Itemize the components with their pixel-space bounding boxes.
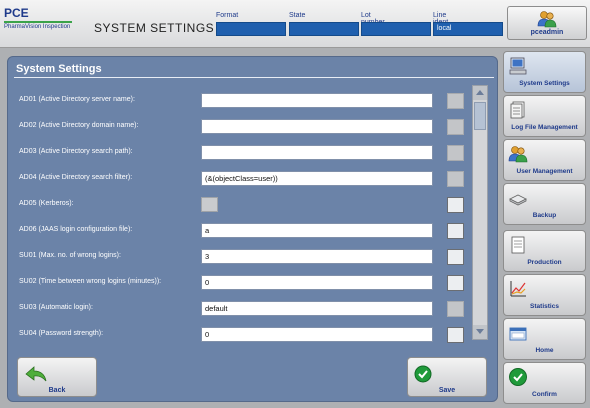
nav-user-management[interactable]: User Management	[503, 139, 586, 181]
row-select-box[interactable]	[447, 301, 464, 317]
nav-backup[interactable]: Backup	[503, 183, 586, 225]
su02-input[interactable]: 0	[201, 275, 433, 290]
setting-row-su01: SU01 (Max. no. of wrong logins): 3	[8, 249, 478, 265]
ad01-input[interactable]	[201, 93, 433, 108]
lot-number-value	[361, 22, 431, 36]
confirm-icon	[509, 368, 527, 386]
row-select-box[interactable]	[447, 275, 464, 291]
setting-row-su02: SU02 (Time between wrong logins (minutes…	[8, 275, 478, 291]
row-select-box[interactable]	[447, 93, 464, 109]
setting-label: AD05 (Kerberos):	[19, 200, 74, 207]
back-arrow-icon	[25, 366, 47, 382]
backup-icon	[509, 194, 527, 206]
ad02-input[interactable]	[201, 119, 433, 134]
format-value	[216, 22, 286, 36]
scroll-down-button[interactable]	[473, 325, 487, 339]
ad03-input[interactable]	[201, 145, 433, 160]
setting-label: SU02 (Time between wrong logins (minutes…	[19, 278, 162, 285]
setting-row-su04: SU04 (Password strength): 0	[8, 327, 478, 343]
row-select-box[interactable]	[447, 145, 464, 161]
setting-row-ad04: AD04 (Active Directory search filter): (…	[8, 171, 478, 187]
setting-row-ad02: AD02 (Active Directory domain name):	[8, 119, 478, 135]
computer-icon	[509, 57, 527, 75]
nav-statistics[interactable]: Statistics	[503, 274, 586, 316]
nav-system-settings[interactable]: System Settings	[503, 51, 586, 93]
logo-title: PCE	[4, 6, 29, 20]
setting-row-ad03: AD03 (Active Directory search path):	[8, 145, 478, 161]
ad04-input[interactable]: (&(objectClass=user))	[201, 171, 433, 186]
username-label: pceadmin	[530, 29, 564, 36]
ad06-input[interactable]: a	[201, 223, 433, 238]
line-ident-value: local	[433, 22, 503, 36]
nav-label: Home	[535, 347, 554, 354]
checkmark-icon	[414, 365, 432, 383]
nav-label: Confirm	[532, 391, 557, 398]
setting-row-ad05: AD05 (Kerberos):	[8, 197, 478, 213]
setting-label: AD04 (Active Directory search filter):	[19, 174, 133, 181]
nav-log-file-management[interactable]: Log File Management	[503, 95, 586, 137]
state-label: State	[289, 12, 306, 19]
scroll-thumb[interactable]	[474, 102, 486, 130]
su04-input[interactable]: 0	[201, 327, 433, 342]
user-button[interactable]: pceadmin	[507, 6, 587, 40]
nav-confirm[interactable]: Confirm	[503, 362, 586, 404]
pce-logo: PCE PharmaVision Inspection	[4, 6, 76, 36]
row-select-box[interactable]	[447, 171, 464, 187]
home-icon	[509, 327, 527, 341]
setting-label: SU03 (Automatic login):	[19, 304, 93, 311]
arrow-up-icon	[476, 90, 484, 95]
nav-label: Log File Management	[511, 124, 578, 131]
su01-input[interactable]: 3	[201, 249, 433, 264]
nav-label: Backup	[532, 212, 557, 219]
kerberos-checkbox[interactable]	[201, 197, 218, 212]
nav-label: Production	[527, 259, 562, 266]
setting-label: AD01 (Active Directory server name):	[19, 96, 135, 103]
row-select-box[interactable]	[447, 197, 464, 213]
nav-label: System Settings	[519, 80, 570, 87]
save-button[interactable]: Save	[407, 357, 487, 397]
format-label: Format	[216, 12, 239, 19]
chart-icon	[510, 281, 526, 297]
row-select-box[interactable]	[447, 327, 464, 343]
nav-home[interactable]: Home	[503, 318, 586, 360]
logo-subtitle: PharmaVision Inspection	[4, 24, 71, 30]
state-value	[289, 22, 359, 36]
row-select-box[interactable]	[447, 249, 464, 265]
scroll-up-button[interactable]	[473, 86, 487, 100]
back-label: Back	[48, 387, 66, 394]
su03-input[interactable]: default	[201, 301, 433, 316]
setting-row-su03: SU03 (Automatic login): default	[8, 301, 478, 317]
setting-label: SU01 (Max. no. of wrong logins):	[19, 252, 121, 259]
setting-label: AD03 (Active Directory search path):	[19, 148, 133, 155]
back-button[interactable]: Back	[17, 357, 97, 397]
setting-row-ad06: AD06 (JAAS login configuration file): a	[8, 223, 478, 239]
users-icon	[537, 11, 557, 28]
save-label: Save	[438, 387, 456, 394]
production-icon	[511, 236, 525, 254]
row-select-box[interactable]	[447, 223, 464, 239]
setting-label: AD06 (JAAS login configuration file):	[19, 226, 133, 233]
nav-label: User Management	[516, 168, 573, 175]
header-bar: PCE PharmaVision Inspection SYSTEM SETTI…	[0, 0, 590, 48]
logo-underline	[4, 21, 72, 23]
setting-label: AD02 (Active Directory domain name):	[19, 122, 139, 129]
setting-label: SU04 (Password strength):	[19, 330, 104, 337]
row-select-box[interactable]	[447, 119, 464, 135]
page-title: SYSTEM SETTINGS	[94, 21, 215, 35]
settings-list: AD01 (Active Directory server name): AD0…	[8, 57, 499, 357]
document-icon	[510, 101, 525, 119]
nav-label: Statistics	[530, 303, 559, 310]
settings-scrollbar[interactable]	[472, 85, 488, 340]
users-icon	[508, 146, 528, 163]
setting-row-ad01: AD01 (Active Directory server name):	[8, 93, 478, 109]
arrow-down-icon	[476, 329, 484, 334]
system-settings-panel: System Settings AD01 (Active Directory s…	[7, 56, 498, 402]
nav-production[interactable]: Production	[503, 230, 586, 272]
